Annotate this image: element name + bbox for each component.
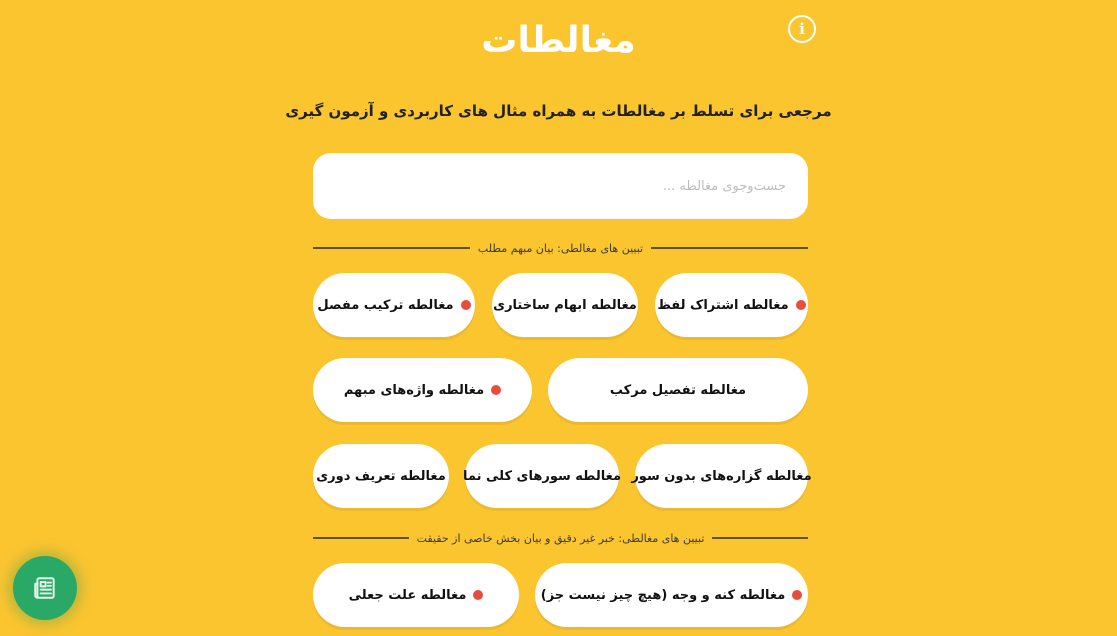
search-input[interactable]	[313, 153, 808, 219]
divider-line	[712, 537, 808, 539]
fallacy-label: مغالطه ابهام ساختاری	[493, 297, 637, 313]
newspaper-button[interactable]	[13, 556, 77, 620]
divider-line	[651, 247, 808, 249]
fallacy-label: مغالطه تعریف دوری	[316, 468, 446, 484]
newspaper-icon	[34, 577, 55, 599]
fallacy-label: مغالطه سورهای کلی نما	[463, 468, 621, 484]
fallacy-item[interactable]: مغالطه علت جعلی	[313, 563, 519, 627]
fallacy-item[interactable]: مغالطه اشتراک لفظ	[655, 273, 808, 337]
fallacy-label: مغالطه گزاره‌های بدون سور	[631, 468, 812, 484]
divider-line	[313, 247, 470, 249]
fallacy-item[interactable]: مغالطه گزاره‌های بدون سور	[631, 444, 812, 508]
fallacy-item[interactable]: مغالطه ترکیب مفصل	[313, 273, 475, 337]
fallacy-label: مغالطه کنه و وجه (هیچ چیز نیست جز)	[540, 587, 786, 603]
fallacy-item[interactable]: مغالطه کنه و وجه (هیچ چیز نیست جز)	[535, 563, 808, 627]
section-divider: تبیین های مغالطی: خبر غیر دقیق و بیان بخ…	[312, 528, 808, 548]
section-title: تبیین های مغالطی: خبر غیر دقیق و بیان بخ…	[416, 531, 705, 545]
page-title: مغالطات	[481, 20, 636, 61]
section-divider: تبیین های مغالطی: بیان مبهم مطلب	[313, 238, 808, 258]
fallacy-item[interactable]: مغالطه سورهای کلی نما	[463, 444, 621, 508]
marker-dot	[792, 590, 803, 600]
marker-dot	[491, 385, 502, 395]
fallacy-label: مغالطه ترکیب مفصل	[317, 297, 454, 313]
fallacy-label: مغالطه علت جعلی	[348, 587, 467, 603]
fallacy-label: مغالطه واژه‌های مبهم	[343, 382, 485, 398]
section-title: تبیین های مغالطی: بیان مبهم مطلب	[477, 241, 644, 255]
fallacy-item[interactable]: مغالطه واژه‌های مبهم	[313, 358, 532, 422]
fallacy-label: مغالطه اشتراک لفظ	[657, 297, 789, 313]
page-subtitle: مرجعی برای تسلط بر مغالطات به همراه مثال…	[285, 102, 832, 120]
marker-dot	[795, 300, 806, 310]
fallacy-item[interactable]: مغالطه ابهام ساختاری	[492, 273, 638, 337]
marker-dot	[473, 590, 484, 600]
marker-dot	[460, 300, 471, 310]
fallacy-item[interactable]: مغالطه تعریف دوری	[313, 444, 449, 508]
fallacy-label: مغالطه تفصیل مرکب	[609, 382, 747, 398]
fallacy-item[interactable]: مغالطه تفصیل مرکب	[548, 358, 808, 422]
divider-line	[312, 537, 409, 539]
